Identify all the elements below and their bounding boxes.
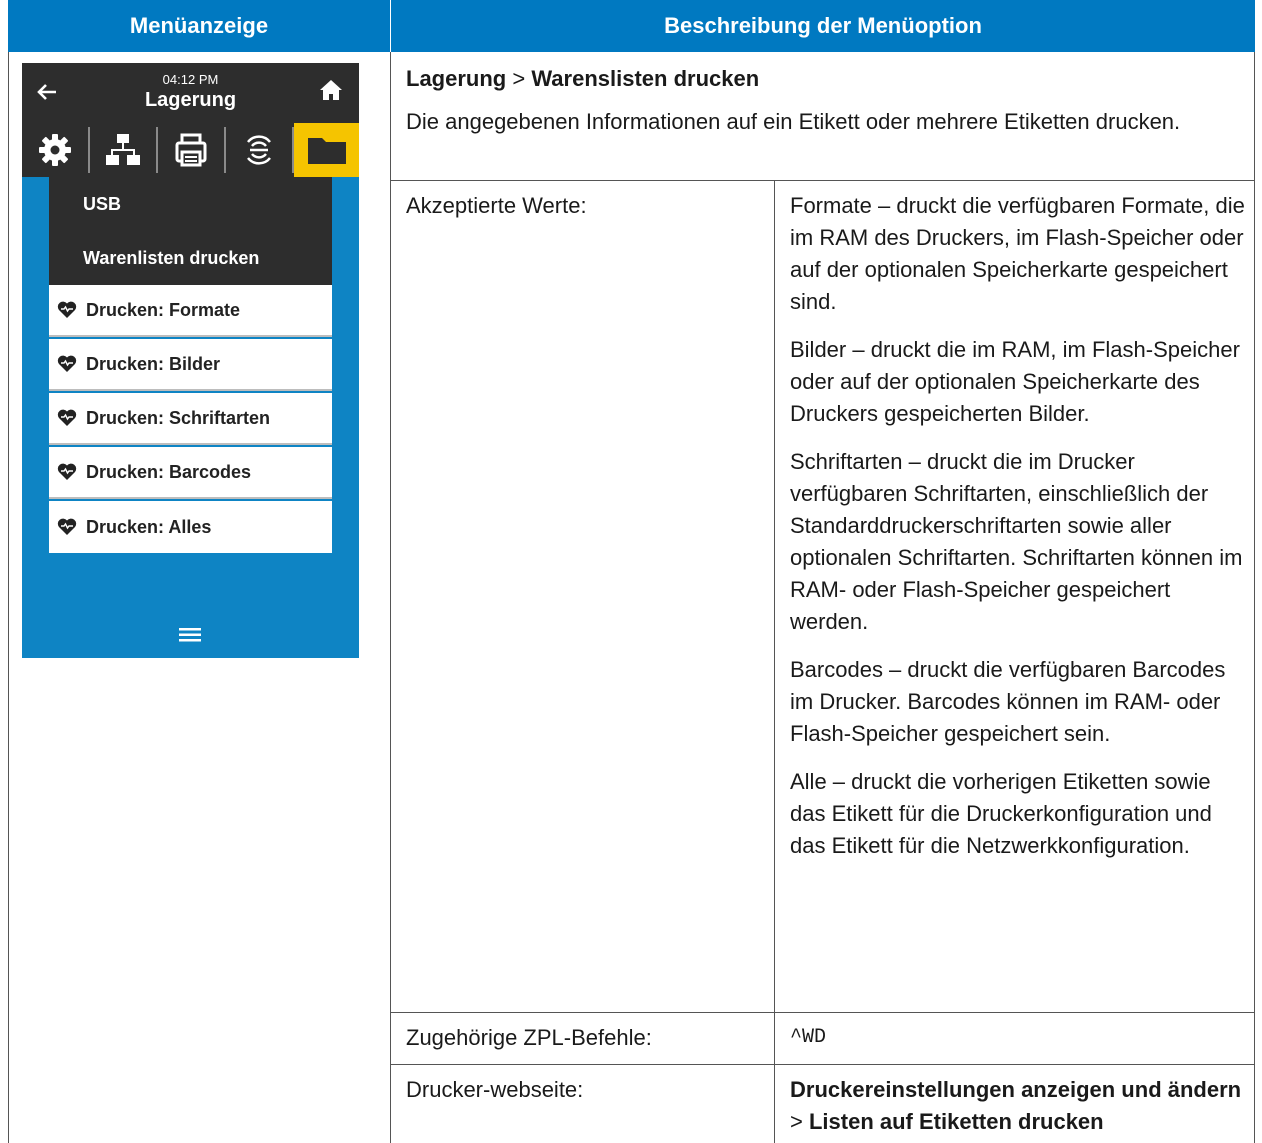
menu-item-formate[interactable]: Drucken: Formate [49, 285, 332, 337]
column-divider [390, 52, 391, 1143]
path-separator: > [512, 66, 526, 91]
menu-item-label: Drucken: Barcodes [86, 461, 252, 482]
menu-item-label: Drucken: Formate [86, 299, 241, 320]
header-menu-display: Menüanzeige [8, 0, 390, 52]
row-divider [391, 1064, 1255, 1065]
heart-icon [57, 409, 77, 426]
screen-time: 04:12 PM [162, 72, 219, 87]
printer-webpage-path: Druckereinstellungen anzeigen und ändern… [790, 1074, 1252, 1138]
row-divider [391, 1012, 1255, 1013]
menu-path: Lagerung > Warenslisten drucken [406, 63, 1246, 95]
accepted-values-list: Formate – druckt die verfügbaren Formate… [790, 190, 1245, 878]
heart-icon [57, 355, 77, 372]
network-icon[interactable] [90, 123, 156, 177]
menu-description: Die angegebenen Informationen auf ein Et… [406, 109, 1181, 134]
path-separator: > [790, 1109, 803, 1134]
menu-item-bilder[interactable]: Drucken: Bilder [49, 339, 332, 391]
table-border-left [8, 52, 9, 1143]
path-part: Druckereinstellungen anzeigen und ändern [790, 1077, 1242, 1102]
heart-icon [57, 463, 77, 480]
menu-item-label: Drucken: Bilder [86, 353, 221, 374]
folder-icon[interactable] [294, 123, 359, 177]
value-description: Alle – druckt die vorherigen Etiketten s… [790, 769, 1212, 858]
menu-item-barcodes[interactable]: Drucken: Barcodes [49, 447, 332, 499]
screen-title: Lagerung [144, 89, 237, 111]
heart-icon [57, 301, 77, 318]
accepted-values-label: Akzeptierte Werte: [406, 193, 587, 218]
rfid-icon[interactable] [226, 123, 292, 177]
submenu-warenlisten[interactable]: Warenlisten drucken [49, 231, 332, 285]
table-border-right [1254, 52, 1255, 1143]
zpl-commands-label: Zugehörige ZPL-Befehle: [406, 1025, 652, 1050]
menu-item-label: Drucken: Schriftarten [86, 407, 271, 428]
value-description: Formate – druckt die verfügbaren Formate… [790, 193, 1245, 314]
screen-header: 04:12 PM Lagerung [22, 63, 359, 123]
value-description: Schriftarten – druckt die im Drucker ver… [790, 449, 1243, 634]
header-menu-description: Beschreibung der Menüoption [391, 0, 1255, 52]
screen-tabs [22, 123, 359, 177]
zpl-commands-value: ^WD [790, 1026, 827, 1049]
submenu-usb[interactable]: USB [49, 177, 332, 231]
value-description: Barcodes – druckt die verfügbaren Barcod… [790, 657, 1226, 746]
row-divider [391, 180, 1255, 181]
printer-webpage-label: Drucker-webseite: [406, 1077, 584, 1102]
printer-screen: 04:12 PM Lagerung USB Warenlisten drucke… [22, 63, 359, 658]
menu-item-schriftarten[interactable]: Drucken: Schriftarten [49, 393, 332, 445]
menu-item-label: Drucken: Alles [86, 516, 212, 537]
heart-icon [57, 518, 77, 535]
hamburger-menu-icon[interactable] [179, 628, 201, 647]
inner-column-divider [774, 180, 775, 1143]
menu-item-alles[interactable]: Drucken: Alles [49, 501, 332, 553]
path-part: Listen auf Etiketten drucken [808, 1109, 1104, 1134]
printer-icon[interactable] [158, 123, 224, 177]
home-icon[interactable] [319, 79, 343, 106]
path-part: Lagerung [406, 66, 507, 91]
value-description: Bilder – druckt die im RAM, im Flash-Spe… [790, 337, 1240, 426]
gear-icon[interactable] [22, 123, 88, 177]
path-part: Warenslisten drucken [531, 66, 760, 91]
